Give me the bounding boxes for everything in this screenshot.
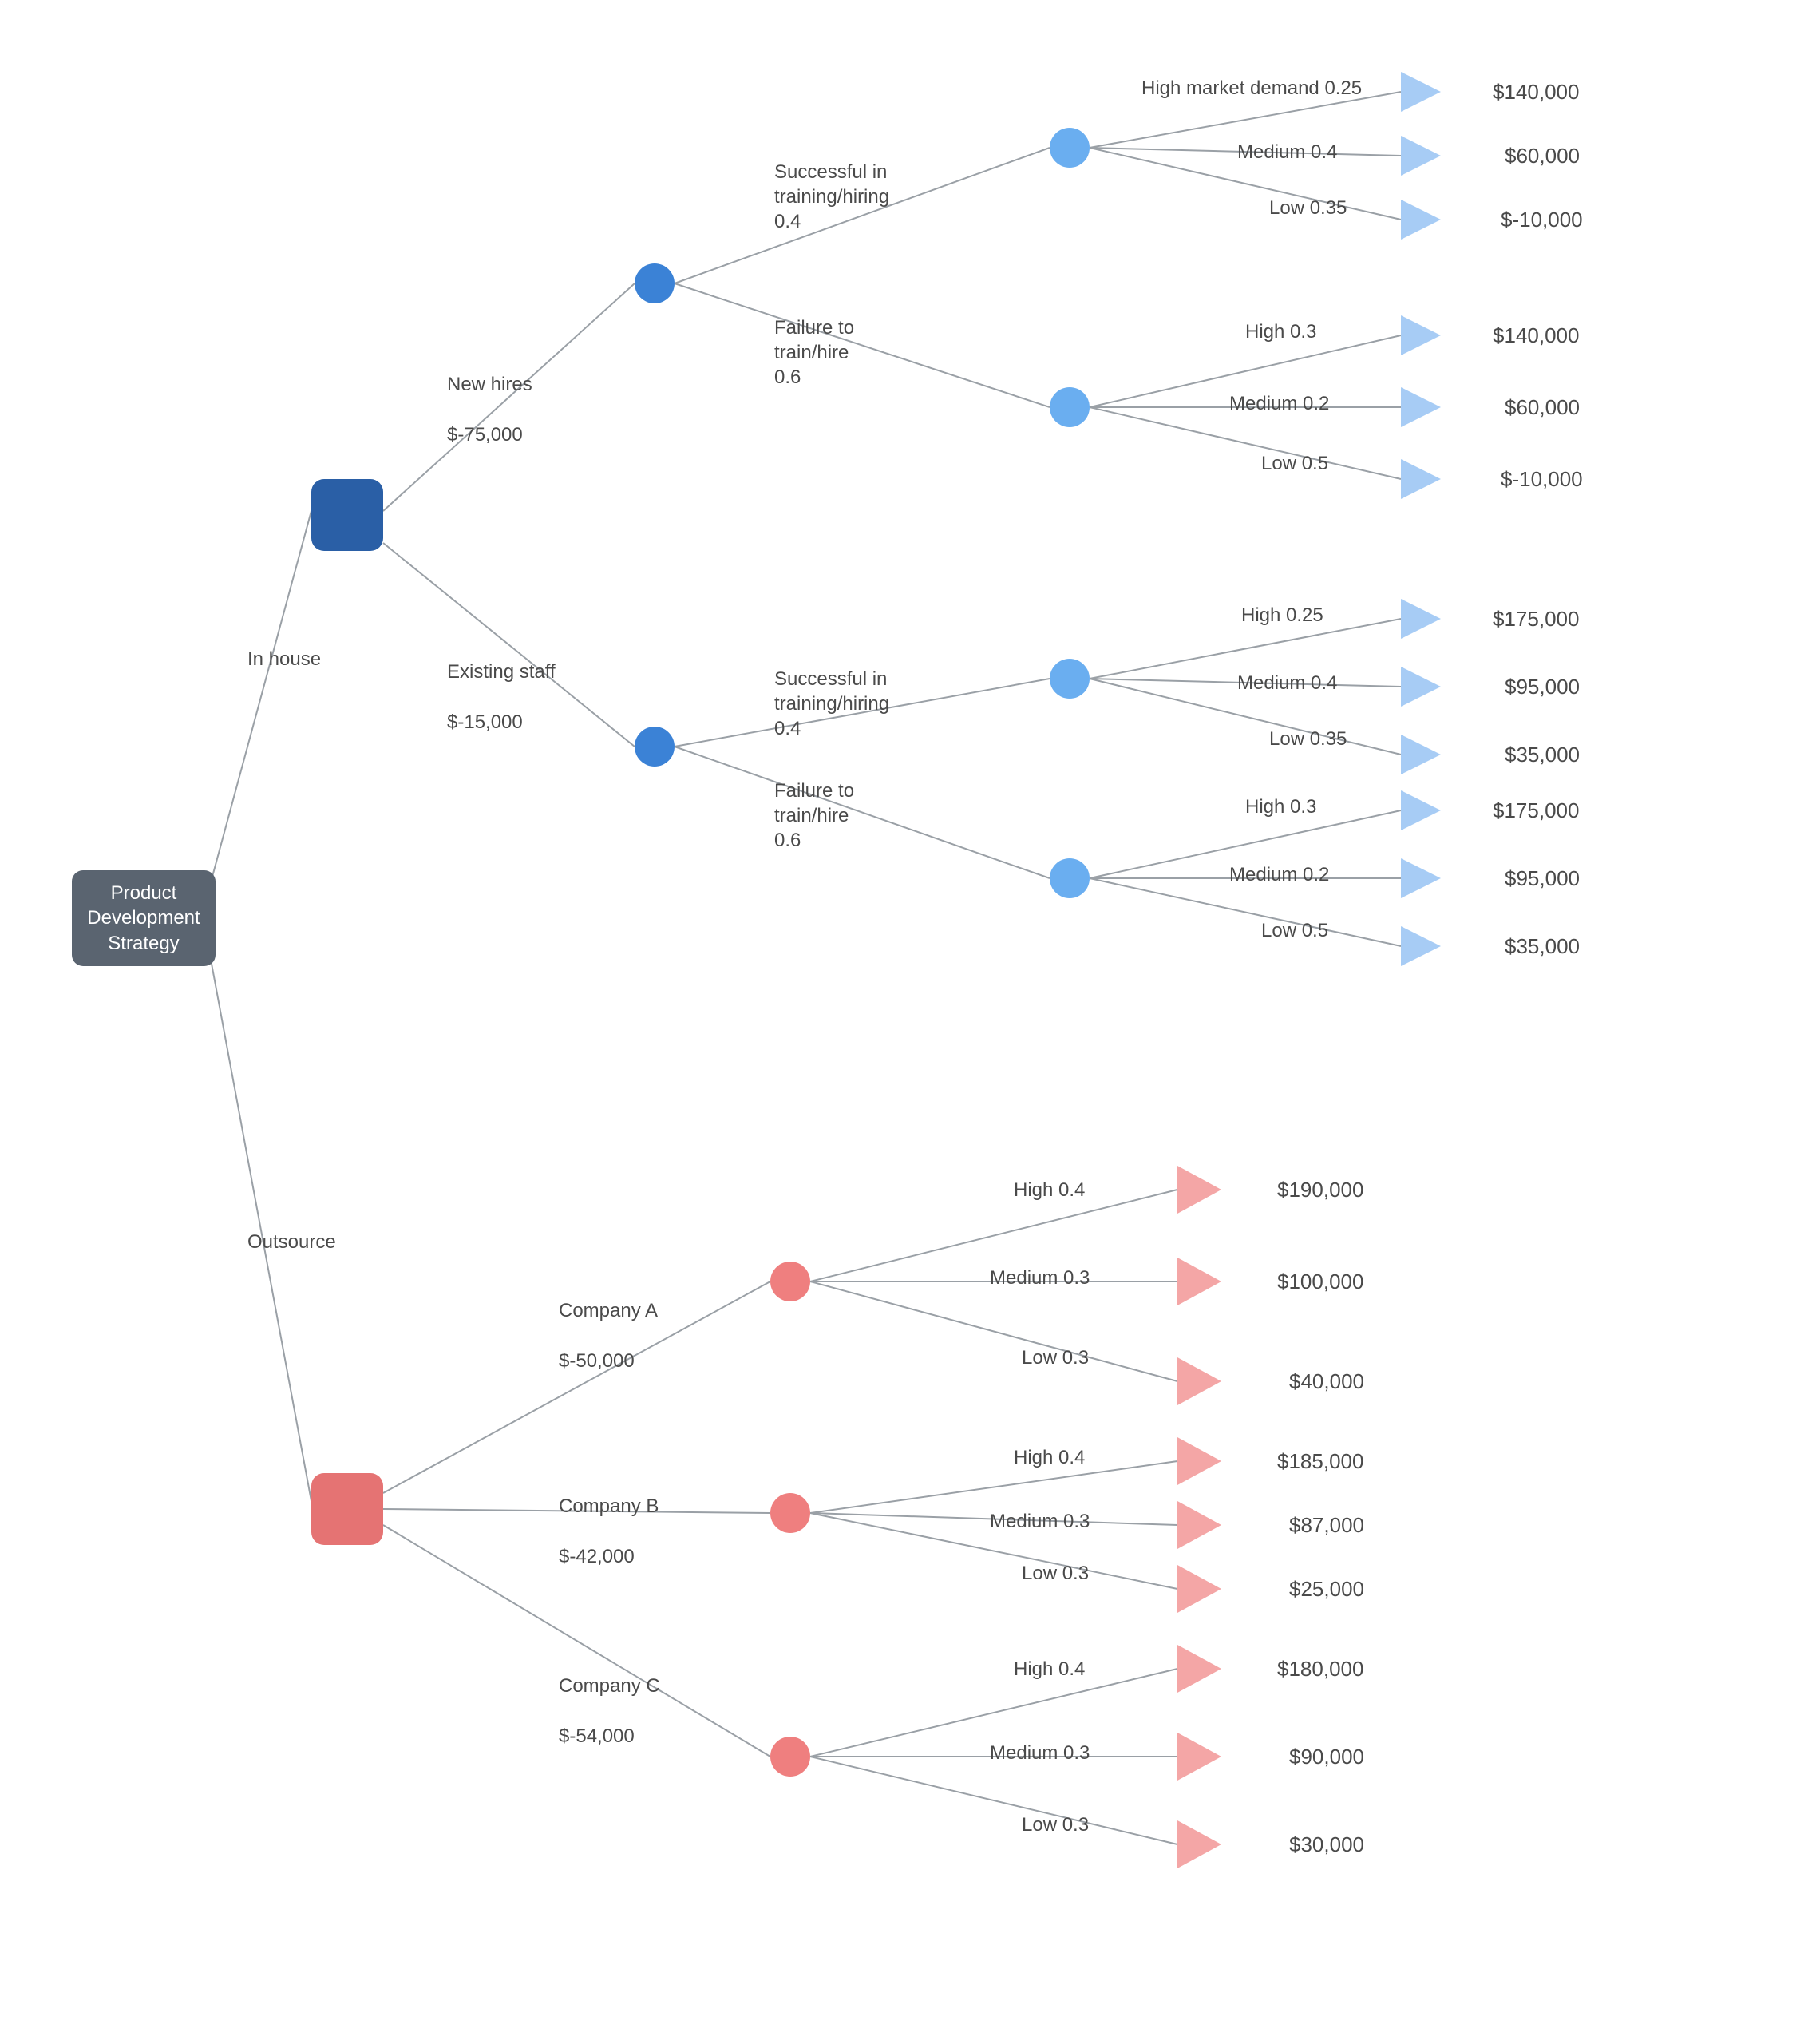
value-label: $95,000 (1505, 866, 1580, 891)
chance-new-hires (635, 263, 675, 303)
label-out: High 0.4 (1014, 1657, 1085, 1682)
label-compC-text: Company C (559, 1675, 660, 1697)
label-out: High 0.4 (1014, 1178, 1085, 1202)
decision-inhouse (311, 479, 383, 551)
chance-comp-b (770, 1493, 810, 1533)
value-label: $35,000 (1505, 743, 1580, 767)
root-node: Product Development Strategy (72, 870, 216, 966)
label-out: High 0.25 (1241, 603, 1323, 628)
label-out: Low 0.3 (1022, 1812, 1089, 1837)
label-out: High 0.3 (1245, 794, 1316, 819)
label-out: Low 0.5 (1261, 451, 1328, 476)
label-out: Low 0.5 (1261, 918, 1328, 943)
label-out: Low 0.3 (1022, 1561, 1089, 1586)
label-out: Medium 0.2 (1229, 862, 1329, 887)
value-label: $60,000 (1505, 144, 1580, 168)
value-label: $40,000 (1289, 1369, 1364, 1394)
value-label: $140,000 (1493, 323, 1579, 348)
value-label: $95,000 (1505, 675, 1580, 699)
chance-nh-succ (1050, 128, 1090, 168)
value-label: $180,000 (1277, 1657, 1363, 1682)
label-out: Low 0.35 (1269, 727, 1347, 751)
label-out: Low 0.35 (1269, 196, 1347, 220)
label-out: Medium 0.3 (990, 1509, 1090, 1534)
label-out: Medium 0.2 (1229, 391, 1329, 416)
label-newhires: New hires $-75,000 (447, 347, 532, 447)
label-fail-1: Failure to train/hire 0.6 (774, 315, 854, 390)
label-existing: Existing staff $-15,000 (447, 635, 556, 735)
label-compB-text: Company B (559, 1495, 659, 1517)
value-label: $87,000 (1289, 1513, 1364, 1538)
label-out: Medium 0.4 (1237, 671, 1337, 695)
value-label: $100,000 (1277, 1270, 1363, 1294)
value-label: $35,000 (1505, 934, 1580, 959)
label-compB-cost: $-42,000 (559, 1546, 635, 1567)
label-succ-1: Successful in training/hiring 0.4 (774, 160, 889, 235)
label-out: Medium 0.4 (1237, 140, 1337, 164)
chance-comp-c (770, 1737, 810, 1777)
value-label: $60,000 (1505, 395, 1580, 420)
label-compA-text: Company A (559, 1300, 658, 1321)
chance-es-succ (1050, 659, 1090, 699)
value-label: $25,000 (1289, 1577, 1364, 1602)
chance-existing (635, 727, 675, 766)
value-label: $190,000 (1277, 1178, 1363, 1202)
label-compA-cost: $-50,000 (559, 1350, 635, 1372)
label-out: Low 0.3 (1022, 1345, 1089, 1370)
label-out: High 0.4 (1014, 1445, 1085, 1470)
label-newhires-text: New hires (447, 374, 532, 395)
label-outsource: Outsource (247, 1230, 336, 1254)
label-succ-2: Successful in training/hiring 0.4 (774, 667, 889, 742)
value-label: $185,000 (1277, 1449, 1363, 1474)
label-inhouse: In house (247, 647, 321, 671)
label-existing-text: Existing staff (447, 661, 556, 683)
label-out: Medium 0.3 (990, 1266, 1090, 1290)
label-compB: Company B $-42,000 (559, 1469, 659, 1569)
value-label: $90,000 (1289, 1745, 1364, 1769)
label-out: High 0.3 (1245, 319, 1316, 344)
label-compC: Company C $-54,000 (559, 1649, 660, 1749)
chance-comp-a (770, 1262, 810, 1301)
label-out: Medium 0.3 (990, 1741, 1090, 1765)
chance-es-fail (1050, 858, 1090, 898)
tree-edges (0, 0, 1812, 2044)
value-label: $-10,000 (1501, 467, 1583, 492)
decision-outsource (311, 1473, 383, 1545)
label-out: High market demand 0.25 (1141, 76, 1362, 101)
label-compC-cost: $-54,000 (559, 1725, 635, 1747)
label-compA: Company A $-50,000 (559, 1274, 658, 1373)
label-fail-2: Failure to train/hire 0.6 (774, 778, 854, 854)
value-label: $175,000 (1493, 607, 1579, 632)
value-label: $140,000 (1493, 80, 1579, 105)
value-label: $30,000 (1289, 1832, 1364, 1857)
chance-nh-fail (1050, 387, 1090, 427)
value-label: $175,000 (1493, 798, 1579, 823)
value-label: $-10,000 (1501, 208, 1583, 232)
label-existing-cost: $-15,000 (447, 711, 523, 733)
label-newhires-cost: $-75,000 (447, 424, 523, 446)
